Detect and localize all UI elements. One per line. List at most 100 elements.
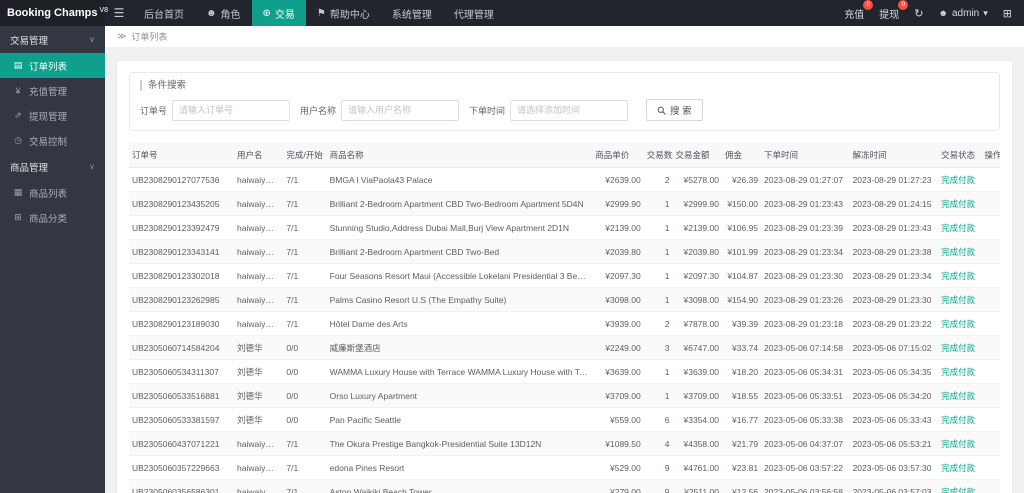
- withdraw-link[interactable]: 提现 0: [879, 0, 909, 21]
- cell-product: Hôtel Dame des Arts: [326, 311, 593, 336]
- col-header-qty: 交易数量: [643, 143, 673, 168]
- cell-unfreeze_time: 2023-05-06 03:57:30: [849, 455, 939, 480]
- cell-product: 威廉斯堡酒店: [326, 335, 593, 360]
- cell-amount: ¥2511.00: [672, 479, 722, 493]
- cell-commission: ¥18.55: [721, 383, 762, 408]
- table-row: UB2305060533516881 刘德华 0/0 Orso Luxury Apar…: [129, 383, 1000, 408]
- cell-order_no: UB2305060714584204: [129, 335, 234, 360]
- cell-username: haiwaiymcom: [234, 239, 284, 264]
- cell-username: haiwaiymcom: [234, 263, 284, 288]
- recharge-link[interactable]: 充值 0: [844, 0, 874, 21]
- cell-price: ¥2097.30: [592, 263, 644, 288]
- sidebar-item-goods-list[interactable]: ▦ 商品列表: [0, 180, 105, 205]
- cell-op: [981, 167, 1000, 192]
- status-badge: 完成付款: [941, 270, 976, 281]
- nav-item-trade[interactable]: ⊕ 交易: [251, 0, 306, 26]
- col-header-unfreeze_time: 解冻时间: [849, 143, 939, 168]
- cell-op: [981, 263, 1000, 288]
- cell-username: haiwaiymcom: [234, 191, 284, 216]
- sidebar-section-trade-manage[interactable]: 交易管理 ∨: [0, 26, 105, 53]
- status-badge: 完成付款: [941, 462, 976, 473]
- cell-price: ¥3639.00: [592, 359, 644, 384]
- globe-icon: ⊕: [262, 7, 271, 19]
- cell-product: WAMMA Luxury House with Terrace WAMMA Lu…: [326, 359, 593, 384]
- nav-item-role[interactable]: ☻ 角色: [195, 0, 252, 26]
- cell-qty: 9: [643, 479, 673, 493]
- cell-qty: 2: [643, 311, 673, 336]
- cell-amount: ¥2139.00: [672, 215, 722, 240]
- cell-unfreeze_time: 2023-05-06 05:53:21: [849, 431, 939, 456]
- cell-op: [981, 191, 1000, 216]
- cell-price: ¥3939.00: [592, 311, 644, 336]
- recharge-label: 充值: [844, 9, 865, 21]
- cell-order_time: 2023-05-06 04:37:07: [761, 431, 850, 456]
- cell-commission: ¥101.99: [721, 239, 762, 264]
- sidebar-item-trade-control[interactable]: ◷ 交易控制: [0, 128, 105, 153]
- cell-qty: 6: [643, 407, 673, 432]
- nav-item-system[interactable]: 系统管理: [381, 0, 443, 26]
- cell-status: 完成付款: [938, 335, 982, 360]
- username-input[interactable]: [341, 99, 460, 121]
- nav-item-home[interactable]: 后台首页: [133, 0, 195, 26]
- order-time-label: 下单时间: [469, 105, 506, 116]
- refresh-icon[interactable]: ↻: [914, 7, 923, 20]
- table-row: UB2305060357229663 haiwaiymcom 7/1 edona Pi…: [129, 455, 1000, 480]
- cell-status: 完成付款: [938, 455, 982, 480]
- apps-icon[interactable]: ⊞: [1003, 7, 1012, 20]
- cell-unfreeze_time: 2023-05-06 05:33:43: [849, 407, 939, 432]
- cell-unfreeze_time: 2023-08-29 01:23:22: [849, 311, 939, 336]
- cell-commission: ¥16.77: [721, 407, 762, 432]
- nav-item-label: 代理管理: [453, 9, 494, 21]
- nav-item-label: 系统管理: [391, 9, 432, 21]
- search-title: 条件搜索: [140, 80, 989, 91]
- sidebar-item-label: 商品分类: [29, 213, 68, 225]
- sidebar-item-goods-category[interactable]: ⊞ 商品分类: [0, 205, 105, 230]
- cell-username: 刘德华: [234, 407, 284, 432]
- orders-table: 订单号用户名完成/开始商品名称商品单价交易数量交易金额佣金下单时间解冻时间交易状…: [129, 143, 1000, 493]
- cell-order_no: UB2308290123262985: [129, 287, 234, 312]
- sidebar-item-withdraw-manage[interactable]: ⇗ 提现管理: [0, 103, 105, 128]
- cell-status: 完成付款: [938, 263, 982, 288]
- cell-qty: 1: [643, 215, 673, 240]
- cell-op: [981, 239, 1000, 264]
- cell-order_no: UB2305060356586301: [129, 479, 234, 493]
- cell-amount: ¥2097.30: [672, 263, 722, 288]
- nav-item-help[interactable]: ⚑ 帮助中心: [306, 0, 381, 26]
- order-time-input[interactable]: [510, 99, 629, 121]
- table-body: UB2308290127077536 haiwaiymcom 7/1 BMGA l V…: [129, 167, 1000, 493]
- sidebar-item-order-list[interactable]: ▤ 订单列表: [0, 53, 105, 78]
- cell-status: 完成付款: [938, 167, 982, 192]
- status-badge: 完成付款: [941, 342, 976, 353]
- cell-unfreeze_time: 2023-08-29 01:23:34: [849, 263, 939, 288]
- cell-unfreeze_time: 2023-08-29 01:27:23: [849, 167, 939, 192]
- cell-ratio: 7/1: [283, 455, 327, 480]
- search-button[interactable]: 搜 索: [646, 99, 703, 121]
- order-no-input[interactable]: [172, 99, 291, 121]
- table-row: UB2305060534311307 刘德华 0/0 WAMMA Luxury Hou…: [129, 359, 1000, 384]
- cell-status: 完成付款: [938, 239, 982, 264]
- breadcrumb-arrow-icon: ≫: [117, 31, 127, 41]
- nav-item-agent[interactable]: 代理管理: [443, 0, 505, 26]
- admin-menu[interactable]: ☻ admin ▾: [939, 8, 988, 19]
- sidebar-section-label: 商品管理: [10, 162, 49, 174]
- hamburger-icon[interactable]: ☰: [105, 0, 133, 26]
- cell-unfreeze_time: 2023-08-29 01:23:30: [849, 287, 939, 312]
- cell-order_time: 2023-08-29 01:23:30: [761, 263, 850, 288]
- cell-price: ¥1089.50: [592, 431, 644, 456]
- nav-item-label: 交易: [274, 9, 295, 21]
- sidebar-item-recharge-manage[interactable]: ¥ 充值管理: [0, 78, 105, 103]
- col-header-order_time: 下单时间: [761, 143, 850, 168]
- col-header-amount: 交易金额: [672, 143, 722, 168]
- cell-commission: ¥150.00: [721, 191, 762, 216]
- cell-order_no: UB2308290123392479: [129, 215, 234, 240]
- sidebar-section-goods-manage[interactable]: 商品管理 ∨: [0, 153, 105, 180]
- cell-product: Four Seasons Resort Maui (Accessible Lok…: [326, 263, 593, 288]
- table-row: UB2305060714584204 刘德华 0/0 威廉斯堡酒店 ¥2249.00 3 ¥…: [129, 335, 1000, 360]
- cell-price: ¥2639.00: [592, 167, 644, 192]
- cell-amount: ¥3098.00: [672, 287, 722, 312]
- cell-unfreeze_time: 2023-05-06 07:15:02: [849, 335, 939, 360]
- cell-product: edona Pines Resort: [326, 455, 593, 480]
- category-icon: ⊞: [14, 212, 22, 222]
- cell-order_time: 2023-05-06 07:14:58: [761, 335, 850, 360]
- cell-username: haiwaiymcom: [234, 431, 284, 456]
